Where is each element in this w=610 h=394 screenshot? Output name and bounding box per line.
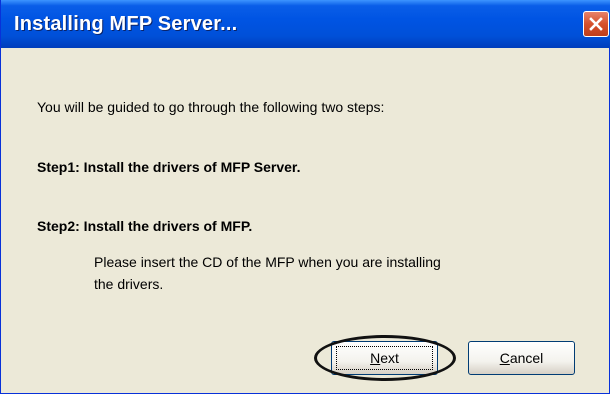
step1-text: Step1: Install the drivers of MFP Server… xyxy=(37,159,301,175)
note-line-1: Please insert the CD of the MFP when you… xyxy=(94,254,441,270)
cancel-button-label: Cancel xyxy=(500,350,544,366)
cancel-mnemonic: C xyxy=(499,350,510,366)
cancel-button[interactable]: Cancel xyxy=(468,341,575,375)
cancel-label-rest: ancel xyxy=(509,350,544,366)
intro-text: You will be guided to go through the fol… xyxy=(37,99,385,115)
window-title: Installing MFP Server... xyxy=(14,13,238,35)
close-icon xyxy=(589,17,603,31)
step2-text: Step2: Install the drivers of MFP. xyxy=(37,218,253,234)
title-bar[interactable]: Installing MFP Server... xyxy=(1,0,610,48)
close-button[interactable] xyxy=(583,11,609,37)
installer-dialog: Installing MFP Server... You will be gui… xyxy=(0,0,610,394)
note-line-2: the drivers. xyxy=(94,276,164,292)
annotation-circle xyxy=(314,335,456,381)
